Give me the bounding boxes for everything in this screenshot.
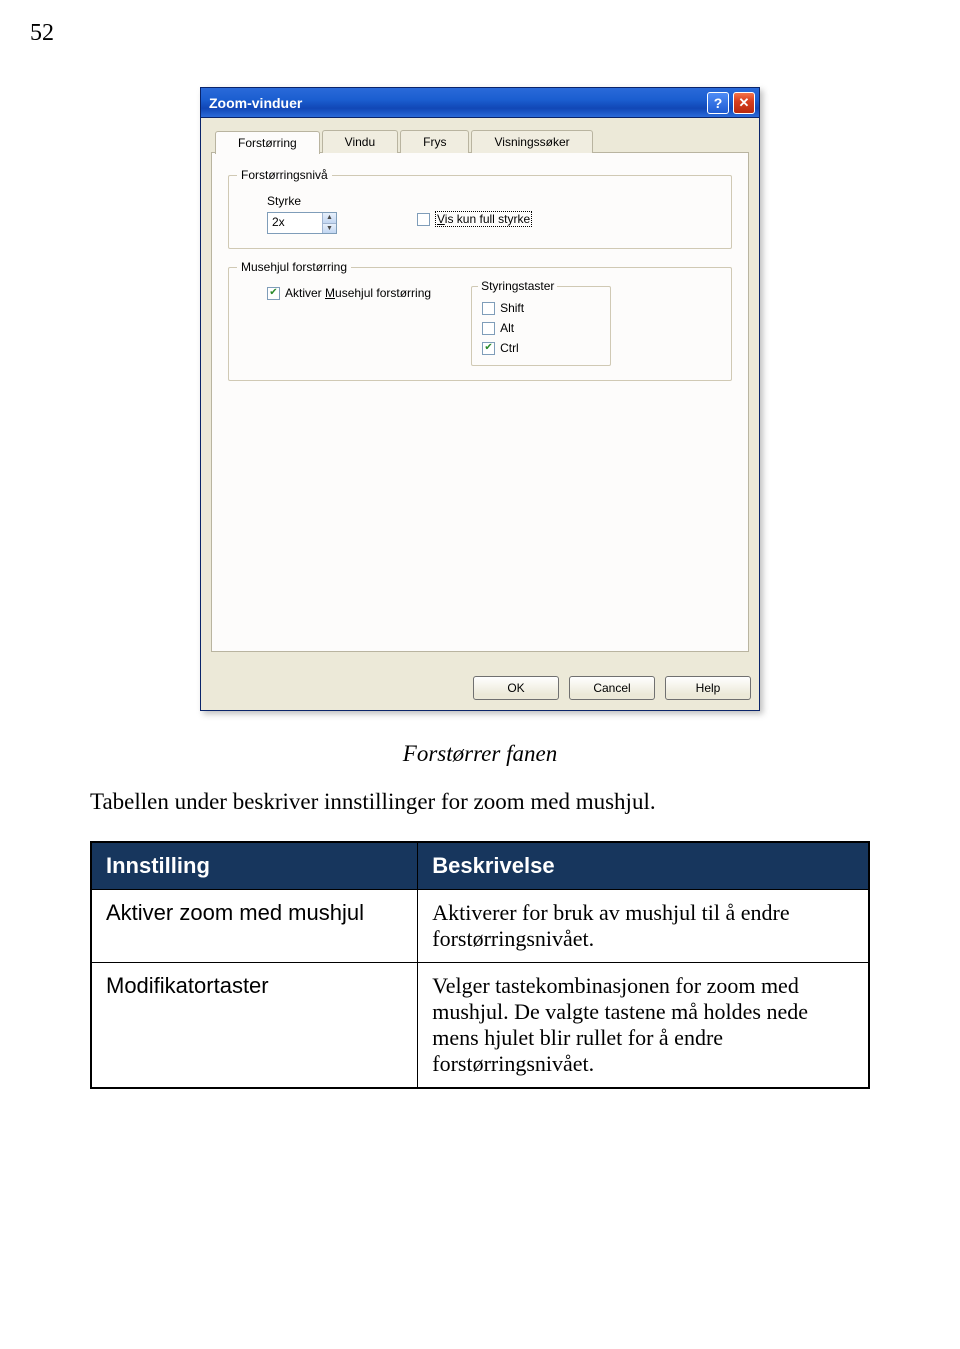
enable-mousewheel-checkbox[interactable]: ✔ Aktiver Musehjul forstørring: [267, 286, 431, 300]
tabs-row: Forstørring Vindu Frys Visningssøker: [211, 130, 749, 153]
tab-magnify[interactable]: Forstørring: [215, 131, 320, 154]
modifier-keys-group: Styringstaster Shift Alt ✔: [471, 286, 611, 366]
help-button[interactable]: Help: [665, 676, 751, 700]
strength-value: 2x: [268, 213, 322, 233]
row1-label: Aktiver zoom med mushjul: [91, 889, 418, 962]
strength-input[interactable]: 2x ▲ ▼: [267, 212, 337, 234]
show-full-strength-checkbox[interactable]: Vis kun full styrke: [417, 211, 532, 227]
row2-label: Modifikatortaster: [91, 962, 418, 1088]
table-header-setting: Innstilling: [91, 842, 418, 890]
row1-desc: Aktiverer for bruk av mushjul til å endr…: [418, 889, 869, 962]
group-legend-mousewheel: Musehjul forstørring: [237, 260, 351, 274]
settings-table: Innstilling Beskrivelse Aktiver zoom med…: [90, 841, 870, 1089]
figure-caption: Forstørrer fanen: [90, 741, 870, 767]
tab-page: Forstørringsnivå Styrke 2x ▲ ▼: [211, 152, 749, 652]
group-legend-magnification: Forstørringsnivå: [237, 168, 332, 182]
page-number: 52: [30, 20, 870, 47]
strength-label: Styrke: [267, 194, 337, 208]
checkbox-icon: [482, 322, 495, 335]
show-full-strength-label: Vis kun full styrke: [435, 211, 532, 227]
ok-button[interactable]: OK: [473, 676, 559, 700]
tab-freeze[interactable]: Frys: [400, 130, 469, 153]
ctrl-checkbox[interactable]: ✔ Ctrl: [482, 341, 600, 355]
table-header-description: Beskrivelse: [418, 842, 869, 890]
table-row: Modifikatortaster Velger tastekombinasjo…: [91, 962, 869, 1088]
checkbox-icon: ✔: [267, 287, 280, 300]
mousewheel-group: Musehjul forstørring ✔ Aktiver Musehjul …: [228, 267, 732, 381]
alt-label: Alt: [500, 321, 514, 335]
shift-checkbox[interactable]: Shift: [482, 301, 600, 315]
ctrl-label: Ctrl: [500, 341, 519, 355]
titlebar: Zoom-vinduer ? ✕: [201, 88, 759, 118]
row2-desc: Velger tastekombinasjonen for zoom med m…: [418, 962, 869, 1088]
magnification-group: Forstørringsnivå Styrke 2x ▲ ▼: [228, 175, 732, 249]
dialog-button-row: OK Cancel Help: [201, 662, 759, 710]
tab-viewfinder[interactable]: Visningssøker: [471, 130, 592, 153]
spin-down-icon[interactable]: ▼: [322, 224, 336, 234]
checkbox-icon: [417, 213, 430, 226]
cancel-button[interactable]: Cancel: [569, 676, 655, 700]
window-title: Zoom-vinduer: [209, 95, 302, 111]
intro-paragraph: Tabellen under beskriver innstillinger f…: [90, 787, 870, 817]
close-icon[interactable]: ✕: [733, 92, 755, 114]
table-row: Aktiver zoom med mushjul Aktiverer for b…: [91, 889, 869, 962]
enable-mousewheel-label: Aktiver Musehjul forstørring: [285, 286, 431, 300]
checkbox-icon: ✔: [482, 342, 495, 355]
shift-label: Shift: [500, 301, 524, 315]
spin-up-icon[interactable]: ▲: [322, 213, 336, 224]
alt-checkbox[interactable]: Alt: [482, 321, 600, 335]
help-icon[interactable]: ?: [707, 92, 729, 114]
tab-window[interactable]: Vindu: [322, 130, 398, 153]
zoom-window: Zoom-vinduer ? ✕ Forstørring Vindu Frys …: [200, 87, 760, 711]
modifier-legend: Styringstaster: [478, 279, 557, 293]
checkbox-icon: [482, 302, 495, 315]
